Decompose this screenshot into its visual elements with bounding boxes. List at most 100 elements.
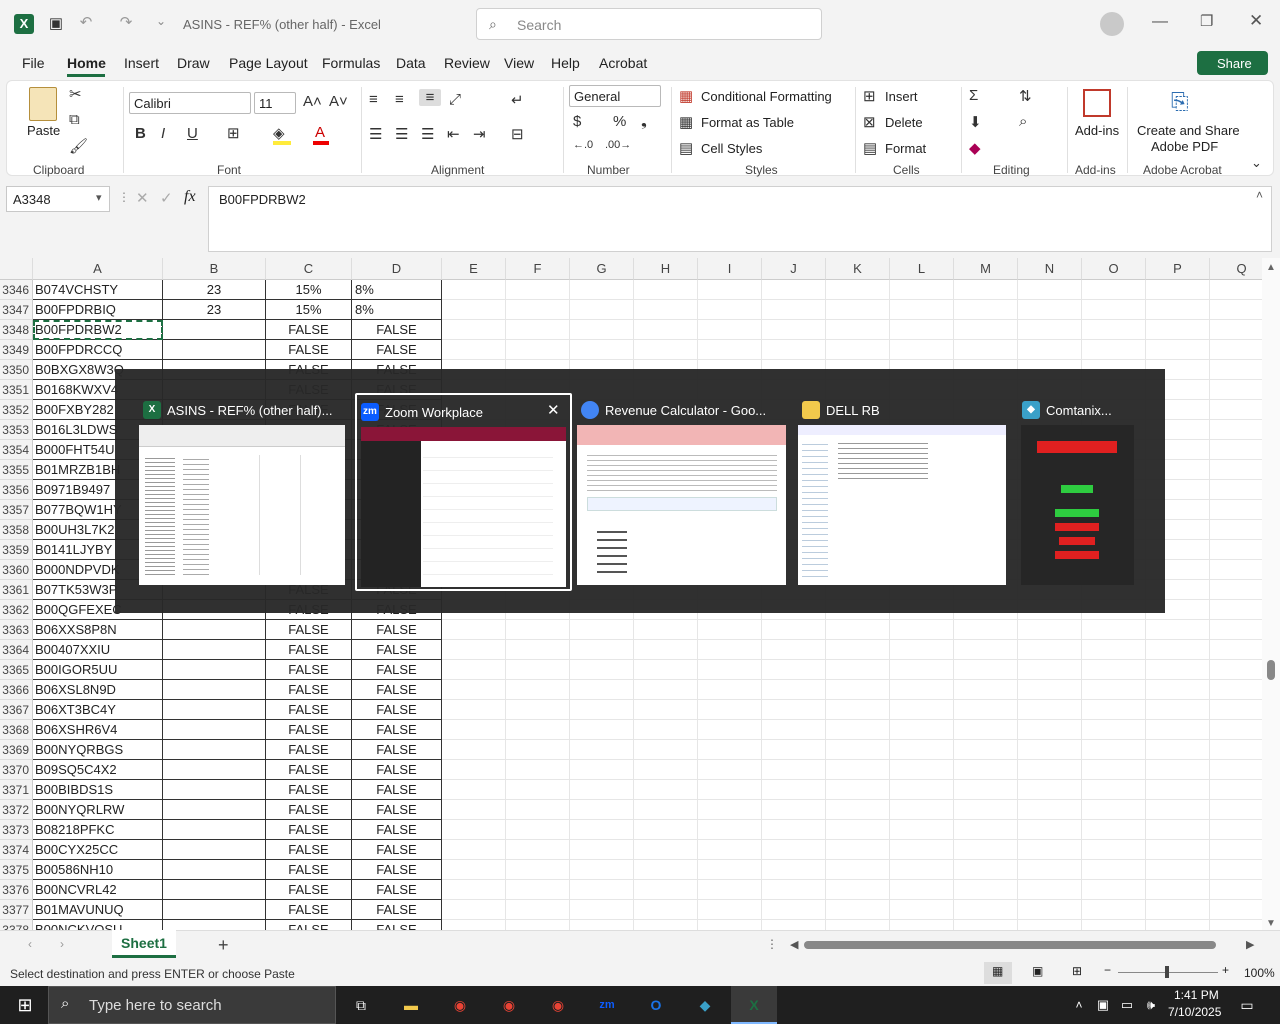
empty-cell[interactable] [1082, 640, 1146, 660]
cell-c[interactable]: FALSE [266, 640, 352, 660]
empty-cell[interactable] [634, 340, 698, 360]
empty-cell[interactable] [634, 880, 698, 900]
empty-cell[interactable] [890, 660, 954, 680]
empty-cell[interactable] [1210, 820, 1262, 840]
empty-cell[interactable] [1210, 440, 1262, 460]
empty-cell[interactable] [890, 320, 954, 340]
empty-cell[interactable] [890, 340, 954, 360]
excel-taskbar-button[interactable]: X [731, 986, 777, 1024]
empty-cell[interactable] [890, 900, 954, 920]
empty-cell[interactable] [890, 880, 954, 900]
empty-cell[interactable] [826, 620, 890, 640]
page-break-view-icon[interactable]: ⊞ [1072, 964, 1082, 978]
empty-cell[interactable] [890, 820, 954, 840]
cell-d[interactable]: FALSE [352, 820, 442, 840]
cell-d[interactable]: FALSE [352, 840, 442, 860]
cell-c[interactable]: FALSE [266, 700, 352, 720]
cell-a[interactable]: B00FPDRBIQ [33, 300, 163, 320]
empty-cell[interactable] [570, 860, 634, 880]
cell-a[interactable]: B00407XXIU [33, 640, 163, 660]
empty-cell[interactable] [954, 620, 1018, 640]
empty-cell[interactable] [442, 740, 506, 760]
empty-cell[interactable] [890, 860, 954, 880]
cell-d[interactable]: 8% [352, 280, 442, 300]
empty-cell[interactable] [890, 800, 954, 820]
empty-cell[interactable] [954, 740, 1018, 760]
row-header[interactable]: 3361 [0, 580, 33, 600]
empty-cell[interactable] [1082, 820, 1146, 840]
column-header-a[interactable]: A [33, 258, 163, 280]
cell-d[interactable]: FALSE [352, 780, 442, 800]
empty-cell[interactable] [1210, 400, 1262, 420]
cell-d[interactable]: FALSE [352, 760, 442, 780]
empty-cell[interactable] [698, 620, 762, 640]
empty-cell[interactable] [762, 880, 826, 900]
column-header-k[interactable]: K [826, 258, 890, 280]
more-options-icon[interactable]: ⋮ [118, 190, 130, 204]
empty-cell[interactable] [1082, 300, 1146, 320]
empty-cell[interactable] [890, 740, 954, 760]
empty-cell[interactable] [826, 720, 890, 740]
empty-cell[interactable] [954, 300, 1018, 320]
empty-cell[interactable] [442, 340, 506, 360]
switcher-window-comtanix[interactable]: ◆ Comtanix... [1018, 393, 1134, 591]
column-header-c[interactable]: C [266, 258, 352, 280]
empty-cell[interactable] [762, 780, 826, 800]
currency-icon[interactable]: $ [573, 113, 581, 130]
empty-cell[interactable] [1018, 280, 1082, 300]
cell-a[interactable]: B00BIBDS1S [33, 780, 163, 800]
hscroll-right-icon[interactable]: ▶ [1246, 938, 1254, 951]
empty-cell[interactable] [762, 680, 826, 700]
empty-cell[interactable] [1018, 640, 1082, 660]
row-header[interactable]: 3359 [0, 540, 33, 560]
redo-icon[interactable]: ↷ [116, 13, 136, 31]
outlook-icon[interactable]: O [639, 990, 673, 1020]
empty-cell[interactable] [762, 800, 826, 820]
empty-cell[interactable] [1210, 860, 1262, 880]
clock-date[interactable]: 7/10/2025 [1168, 1005, 1221, 1019]
customize-toolbar-icon[interactable]: ⌄ [152, 14, 170, 28]
align-bottom-icon[interactable]: ≡ [419, 89, 441, 106]
empty-cell[interactable] [1146, 880, 1210, 900]
empty-cell[interactable] [954, 760, 1018, 780]
empty-cell[interactable] [570, 280, 634, 300]
column-header-n[interactable]: N [1018, 258, 1082, 280]
empty-cell[interactable] [506, 880, 570, 900]
cell-a[interactable]: B00NYQRLRW [33, 800, 163, 820]
cell-c[interactable]: 15% [266, 280, 352, 300]
empty-cell[interactable] [1210, 720, 1262, 740]
empty-cell[interactable] [1210, 380, 1262, 400]
italic-icon[interactable]: I [161, 125, 165, 142]
insert-function-icon[interactable]: fx [184, 188, 196, 206]
switcher-window-chrome[interactable]: Revenue Calculator - Goo... [577, 393, 789, 591]
empty-cell[interactable] [1146, 700, 1210, 720]
cell-b[interactable] [163, 760, 266, 780]
empty-cell[interactable] [506, 720, 570, 740]
sheet-tab-sheet1[interactable]: Sheet1 [112, 930, 176, 958]
empty-cell[interactable] [698, 880, 762, 900]
format-cells-button[interactable]: Format [885, 141, 926, 156]
empty-cell[interactable] [954, 700, 1018, 720]
empty-cell[interactable] [1082, 280, 1146, 300]
empty-cell[interactable] [698, 720, 762, 740]
empty-cell[interactable] [634, 820, 698, 840]
empty-cell[interactable] [1018, 720, 1082, 740]
empty-cell[interactable] [634, 320, 698, 340]
empty-cell[interactable] [570, 740, 634, 760]
empty-cell[interactable] [826, 640, 890, 660]
empty-cell[interactable] [1018, 680, 1082, 700]
cell-a[interactable]: B09SQ5C4X2 [33, 760, 163, 780]
empty-cell[interactable] [698, 340, 762, 360]
file-explorer-icon[interactable]: ▬ [394, 990, 428, 1020]
empty-cell[interactable] [506, 340, 570, 360]
cell-a[interactable]: B08218PFKC [33, 820, 163, 840]
empty-cell[interactable] [1146, 740, 1210, 760]
cell-c[interactable]: FALSE [266, 680, 352, 700]
cell-d[interactable]: FALSE [352, 620, 442, 640]
empty-cell[interactable] [954, 860, 1018, 880]
empty-cell[interactable] [826, 900, 890, 920]
empty-cell[interactable] [634, 620, 698, 640]
vertical-scrollbar[interactable]: ▲ ▼ [1262, 258, 1280, 930]
empty-cell[interactable] [1018, 840, 1082, 860]
bold-icon[interactable]: B [135, 125, 146, 142]
